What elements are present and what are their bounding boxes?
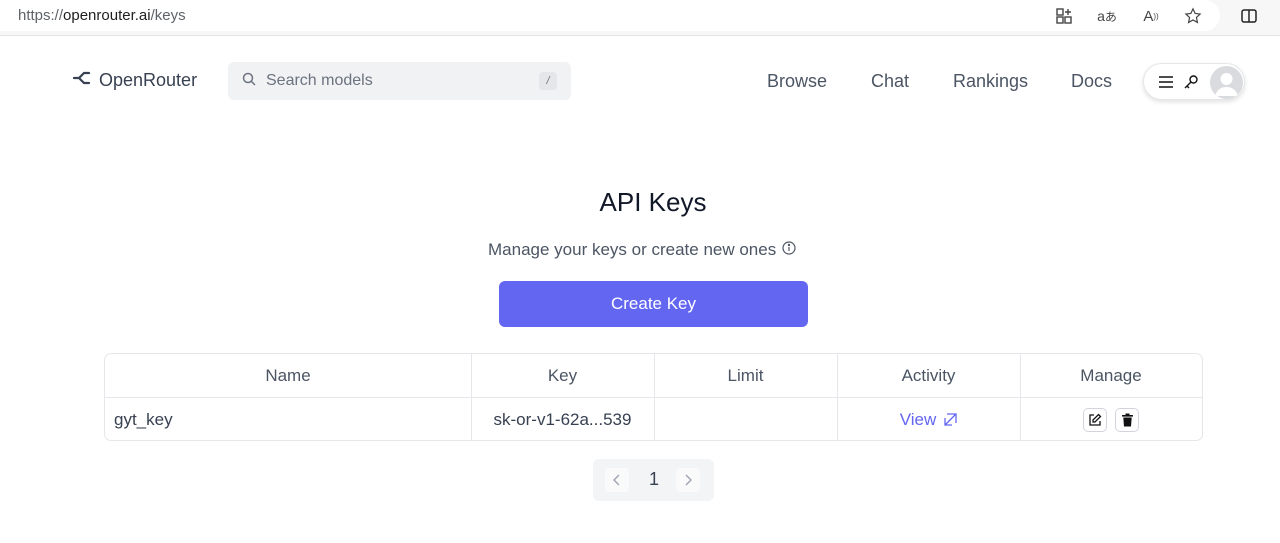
key-limit-cell — [654, 398, 837, 441]
search-placeholder: Search models — [266, 72, 373, 89]
trash-icon — [1121, 413, 1133, 426]
current-page[interactable]: 1 — [645, 469, 663, 490]
next-page-button[interactable] — [676, 468, 700, 492]
column-header-activity: Activity — [901, 365, 956, 385]
delete-key-button[interactable] — [1115, 407, 1139, 432]
nav-browse[interactable]: Browse — [767, 71, 827, 92]
chevron-left-icon — [613, 474, 620, 486]
edit-key-button[interactable] — [1083, 407, 1107, 432]
translate-icon[interactable]: aあ — [1096, 5, 1118, 27]
subtitle-text: Manage your keys or create new ones — [488, 240, 777, 259]
manage-cell — [1020, 398, 1202, 441]
avatar[interactable] — [1210, 66, 1243, 99]
nav-docs[interactable]: Docs — [1071, 71, 1112, 92]
edit-icon — [1089, 413, 1102, 426]
openrouter-logo-icon — [72, 70, 91, 91]
read-aloud-icon[interactable]: A)) — [1140, 5, 1162, 27]
pagination: 1 — [593, 459, 714, 501]
info-icon[interactable] — [782, 240, 796, 260]
external-link-icon — [944, 413, 957, 426]
browser-address-bar: https://openrouter.ai/keys aあ A)) — [0, 0, 1280, 36]
view-activity-link[interactable]: View — [900, 410, 958, 430]
page-subtitle: Manage your keys or create new ones — [488, 240, 796, 260]
view-link-label: View — [899, 409, 937, 429]
url-field[interactable]: https://openrouter.ai/keys — [0, 0, 1220, 31]
chevron-right-icon — [685, 474, 692, 486]
page-title: API Keys — [599, 187, 707, 217]
search-icon — [242, 72, 256, 91]
column-header-limit: Limit — [727, 365, 764, 385]
key-name-cell: gyt_key — [114, 409, 173, 429]
url-text: https://openrouter.ai/keys — [18, 7, 186, 24]
favorite-star-icon[interactable] — [1182, 5, 1204, 27]
search-input[interactable]: Search models / — [228, 62, 571, 100]
search-shortcut-hint: / — [539, 72, 557, 90]
openrouter-logo[interactable]: OpenRouter — [72, 70, 197, 91]
user-menu[interactable] — [1143, 63, 1245, 100]
key-icon[interactable] — [1182, 73, 1200, 91]
column-header-manage: Manage — [1080, 365, 1142, 385]
column-header-key: Key — [547, 365, 578, 385]
column-header-name: Name — [265, 365, 311, 385]
prev-page-button[interactable] — [605, 468, 629, 492]
apps-icon[interactable] — [1053, 5, 1075, 27]
split-screen-icon[interactable] — [1238, 5, 1260, 27]
menu-icon[interactable] — [1157, 73, 1175, 91]
activity-cell: View — [837, 398, 1020, 441]
logo-text: OpenRouter — [99, 70, 198, 90]
nav-chat[interactable]: Chat — [871, 71, 909, 92]
api-keys-table: Name Key Limit Activity Manage gyt_key s… — [104, 353, 1203, 441]
nav-rankings[interactable]: Rankings — [953, 71, 1028, 92]
create-key-button[interactable]: Create Key — [499, 281, 808, 327]
key-value-cell: sk-or-v1-62a...539 — [493, 409, 632, 429]
